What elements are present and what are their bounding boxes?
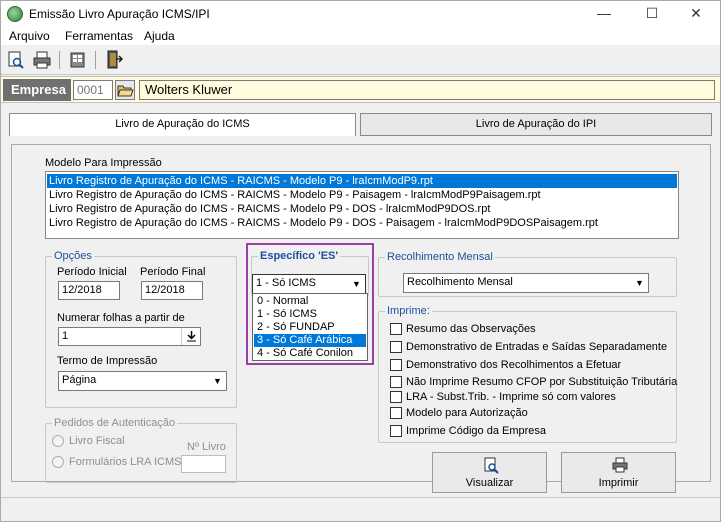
checkbox[interactable] xyxy=(390,359,402,371)
numerar-field[interactable]: 1 xyxy=(58,327,201,346)
chevron-down-icon: ▼ xyxy=(210,373,225,389)
empresa-name-field[interactable]: Wolters Kluwer xyxy=(139,80,715,100)
recolhimento-value: Recolhimento Mensal xyxy=(407,276,513,288)
tab-icms[interactable]: Livro de Apuração do ICMS xyxy=(9,113,356,136)
imprime-title: Imprime: xyxy=(385,305,432,317)
modelo-label: Modelo Para Impressão xyxy=(45,157,162,169)
nlivro-field[interactable] xyxy=(181,455,226,473)
chevron-down-icon: ▼ xyxy=(632,275,647,291)
pedidos-group: Pedidos de Autenticação xyxy=(45,417,237,483)
list-item[interactable]: Livro Registro de Apuração do ICMS - RAI… xyxy=(47,188,677,202)
imprimir-button[interactable]: Imprimir xyxy=(561,452,676,493)
modelo-listbox[interactable]: Livro Registro de Apuração do ICMS - RAI… xyxy=(45,171,679,239)
checkbox-label: Modelo para Autorização xyxy=(406,407,528,419)
nlivro-label: Nº Livro xyxy=(187,441,226,453)
title-bar: Emissão Livro Apuração ICMS/IPI — ☐ ✕ xyxy=(1,1,720,27)
empresa-code-field[interactable]: 0001 xyxy=(73,80,113,100)
tab-ipi[interactable]: Livro de Apuração do IPI xyxy=(360,113,712,136)
menu-ajuda[interactable]: Ajuda xyxy=(144,29,175,43)
close-button[interactable]: ✕ xyxy=(673,1,719,27)
numerar-label: Numerar folhas a partir de xyxy=(57,312,185,324)
termo-value: Página xyxy=(62,374,97,386)
recolhimento-select[interactable]: Recolhimento Mensal ▼ xyxy=(403,273,649,293)
numerar-spin-button[interactable] xyxy=(181,328,200,345)
minimize-button[interactable]: — xyxy=(581,1,627,27)
checkbox-label: Não Imprime Resumo CFOP por Substituição… xyxy=(406,376,678,388)
status-bar xyxy=(1,497,720,522)
checkbox-label: Resumo das Observações xyxy=(406,323,536,335)
highlight-frame xyxy=(246,243,374,365)
pedidos-title: Pedidos de Autenticação xyxy=(52,417,178,429)
recolhimento-title: Recolhimento Mensal xyxy=(385,251,495,263)
opcoes-title: Opções xyxy=(52,250,94,262)
periodo-inicial-label: Período Inicial xyxy=(57,266,127,278)
open-folder-icon[interactable] xyxy=(115,80,135,100)
list-item[interactable]: Livro Registro de Apuração do ICMS - RAI… xyxy=(47,202,677,216)
checkbox[interactable] xyxy=(390,407,402,419)
menu-arquivo[interactable]: Arquivo xyxy=(9,29,50,43)
radio-formularios[interactable] xyxy=(52,456,64,468)
checkbox[interactable] xyxy=(390,323,402,335)
periodo-final-label: Período Final xyxy=(140,266,206,278)
window-title: Emissão Livro Apuração ICMS/IPI xyxy=(29,7,210,21)
checkbox[interactable] xyxy=(390,341,402,353)
toolbar xyxy=(1,45,720,75)
periodo-final-field[interactable]: 12/2018 xyxy=(141,281,203,300)
radio-livro-fiscal[interactable] xyxy=(52,435,64,447)
empresa-bar: Empresa 0001 Wolters Kluwer xyxy=(1,76,720,103)
preview-icon[interactable] xyxy=(5,49,27,71)
exit-icon[interactable] xyxy=(103,49,125,71)
toolbar-separator xyxy=(95,51,96,69)
checkbox-label: Imprime Código da Empresa xyxy=(406,425,547,437)
list-item[interactable]: Livro Registro de Apuração do ICMS - RAI… xyxy=(47,216,677,230)
preview-icon xyxy=(482,456,500,477)
imprimir-label: Imprimir xyxy=(598,477,639,489)
empresa-label: Empresa xyxy=(3,79,71,101)
menu-bar: Arquivo Ferramentas Ajuda xyxy=(1,27,720,45)
termo-label: Termo de Impressão xyxy=(57,355,158,367)
checkbox[interactable] xyxy=(390,425,402,437)
print-icon xyxy=(611,456,629,477)
tools-icon[interactable] xyxy=(67,49,89,71)
list-item[interactable]: Livro Registro de Apuração do ICMS - RAI… xyxy=(46,173,678,189)
checkbox[interactable] xyxy=(390,376,402,388)
toolbar-separator xyxy=(59,51,60,69)
main-window: Emissão Livro Apuração ICMS/IPI — ☐ ✕ Ar… xyxy=(0,0,721,522)
checkbox-label: Demonstrativo dos Recolhimentos a Efetua… xyxy=(406,359,622,371)
termo-select[interactable]: Página ▼ xyxy=(58,371,227,391)
livro-fiscal-label: Livro Fiscal xyxy=(69,435,125,447)
checkbox-label: LRA - Subst.Trib. - Imprime só com valor… xyxy=(406,391,616,403)
checkbox[interactable] xyxy=(390,391,402,403)
print-icon[interactable] xyxy=(31,49,53,71)
app-icon xyxy=(7,6,23,22)
checkbox-label: Demonstrativo de Entradas e Saídas Separ… xyxy=(406,341,668,353)
formularios-label: Formulários LRA ICMS xyxy=(69,456,182,468)
menu-ferramentas[interactable]: Ferramentas xyxy=(65,29,133,43)
visualizar-label: Visualizar xyxy=(465,477,514,489)
visualizar-button[interactable]: Visualizar xyxy=(432,452,547,493)
maximize-button[interactable]: ☐ xyxy=(629,1,675,27)
periodo-inicial-field[interactable]: 12/2018 xyxy=(58,281,120,300)
